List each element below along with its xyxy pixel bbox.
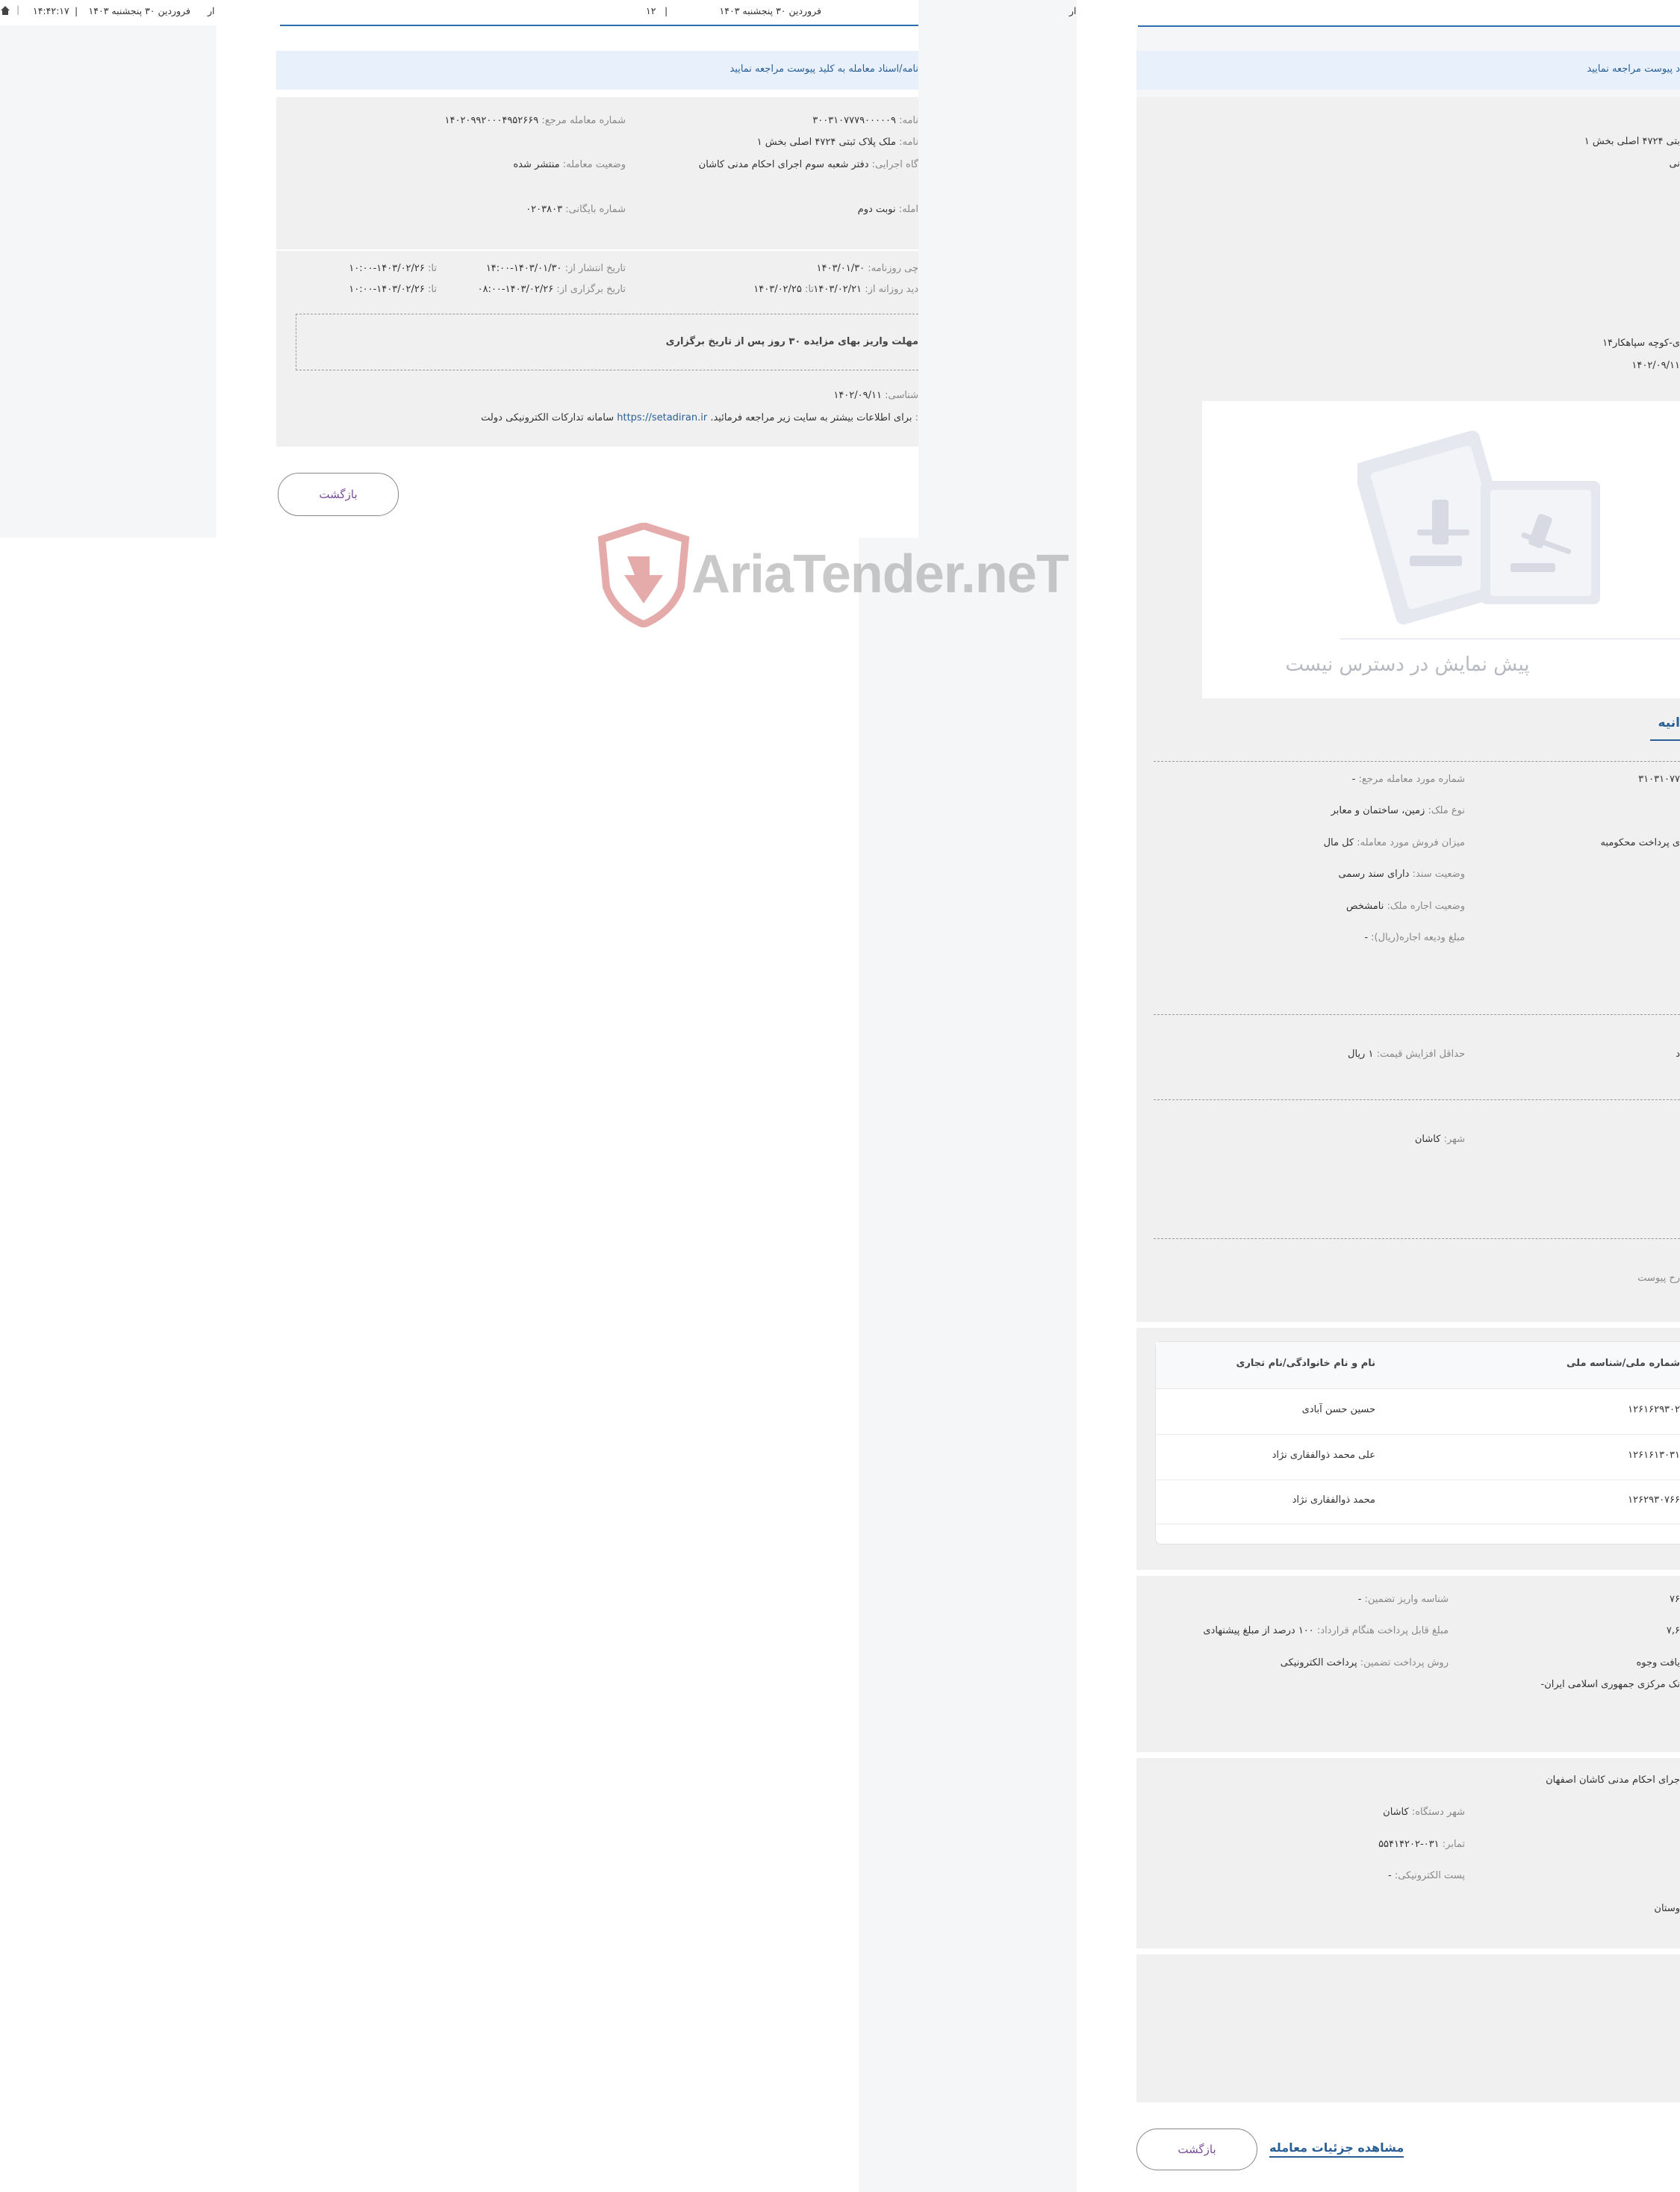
right-top-line-2: نی — [1669, 158, 1680, 170]
deposit-box-text: مهلت واریز بهای مزایده ۳۰ روز پس از تاری… — [665, 336, 918, 347]
right-top-white — [1077, 0, 1680, 27]
details-link[interactable]: مشاهده جزئیات معامله — [1269, 2140, 1404, 2158]
section-title: انیه — [1658, 715, 1680, 730]
bottom-left-white — [1077, 0, 1136, 2192]
org-right: وستان — [1654, 1903, 1680, 1914]
right-back-button[interactable]: بازگشت — [1136, 2129, 1257, 2170]
divider-3 — [1154, 1099, 1680, 1100]
right-address-date: ۱۴۰۲/۰۹/۱۱ — [1631, 360, 1680, 371]
watermark: AriaTender.neT — [597, 523, 1069, 627]
right-address: ی-کوچه سپاهکار۱۴ — [1602, 338, 1680, 349]
gap-3 — [1136, 1752, 1680, 1758]
gavel-placeholder-icon — [1357, 430, 1600, 625]
min-increase-right: د — [1676, 1049, 1680, 1060]
right-top-accent — [1138, 25, 1680, 27]
section-title-underline — [1650, 739, 1680, 741]
left-strip — [0, 0, 217, 538]
left-header-divider: | — [16, 4, 20, 15]
mid-header-extra: ار — [1069, 5, 1077, 16]
watermark-text: AriaTender.neT — [691, 544, 1069, 604]
home-icon[interactable] — [0, 4, 10, 15]
mid-header-sep: | — [665, 5, 668, 16]
gap-1 — [1136, 1322, 1680, 1328]
gap-4 — [1136, 1949, 1680, 1955]
table-row-sep-1 — [1156, 1434, 1680, 1435]
divider-2 — [1154, 1014, 1680, 1015]
left-header-date: فروردین ۳۰ پنجشنبه ۱۴۰۳ — [88, 5, 190, 16]
org-card — [1136, 1758, 1680, 1949]
left-notice: نامه/اسناد معامله به کلید پیوست مراجعه ن… — [276, 51, 918, 90]
left-content: نامه/اسناد معامله به کلید پیوست مراجعه ن… — [276, 51, 918, 529]
org-title: جرای احکام مدنی کاشان اصفهان — [1546, 1775, 1680, 1786]
divider-4 — [1154, 1238, 1680, 1239]
mid-header-date: فروردین ۳۰ پنجشنبه ۱۴۰۳ — [719, 5, 821, 16]
watermark-shield-icon — [597, 523, 690, 627]
gap-2 — [1136, 1570, 1680, 1576]
attach-label: رح پیوست — [1637, 1273, 1680, 1284]
mid-header-num: ۱۲ — [646, 5, 656, 16]
strip-sep-right — [918, 0, 1077, 538]
blank-card — [1136, 1955, 1680, 2102]
preview-text: پیش نمایش در دسترس نیست — [1285, 653, 1530, 676]
divider-1 — [1154, 761, 1680, 762]
right-top-line-1: بتی ۴۷۲۴ اصلی بخش ۱ — [1584, 136, 1680, 147]
left-header-extra: ار — [208, 5, 215, 16]
right-notice: د پیوست مراجعه نمایید — [1136, 51, 1680, 90]
mid-gray-strip — [859, 538, 1077, 2192]
right-card-1 — [1136, 97, 1680, 1322]
left-back-button[interactable]: بازگشت — [278, 473, 399, 516]
setadiran-link[interactable]: https://setadiran.ir — [617, 412, 707, 423]
left-header-sep: | — [75, 5, 78, 16]
left-header-time: ۱۴:۴۲:۱۷ — [33, 5, 69, 16]
